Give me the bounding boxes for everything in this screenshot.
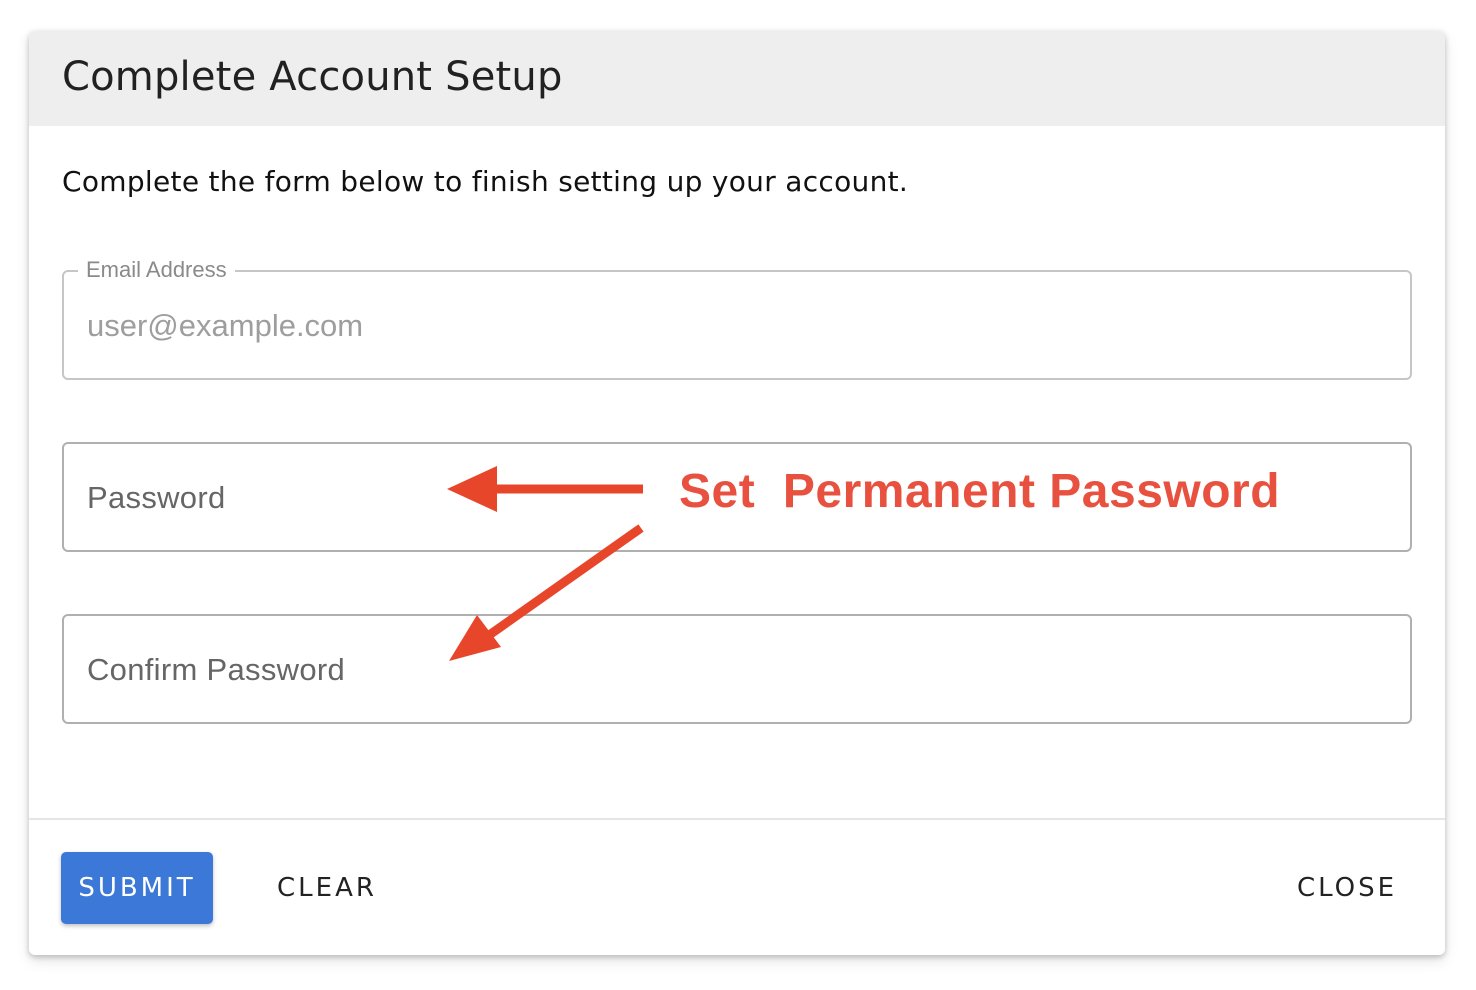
confirm-password-field-label: Confirm Password [87, 652, 346, 687]
confirm-password-field[interactable]: Confirm Password [62, 614, 1412, 724]
dialog-header: Complete Account Setup [29, 31, 1445, 126]
submit-button[interactable]: SUBMIT [61, 852, 213, 924]
close-button[interactable]: CLOSE [1281, 852, 1413, 924]
dialog-instructions: Complete the form below to finish settin… [62, 165, 909, 198]
account-setup-dialog: Complete Account Setup Complete the form… [29, 31, 1445, 955]
dialog-title: Complete Account Setup [62, 54, 563, 100]
password-field-label: Password [87, 480, 226, 515]
annotation-label: Set Permanent Password [679, 465, 1281, 518]
email-field-value: user@example.com [87, 308, 364, 343]
email-field: Email Address user@example.com [62, 255, 1412, 380]
email-field-label: Email Address [78, 255, 235, 285]
clear-button[interactable]: CLEAR [261, 852, 393, 924]
footer-divider [29, 818, 1445, 820]
